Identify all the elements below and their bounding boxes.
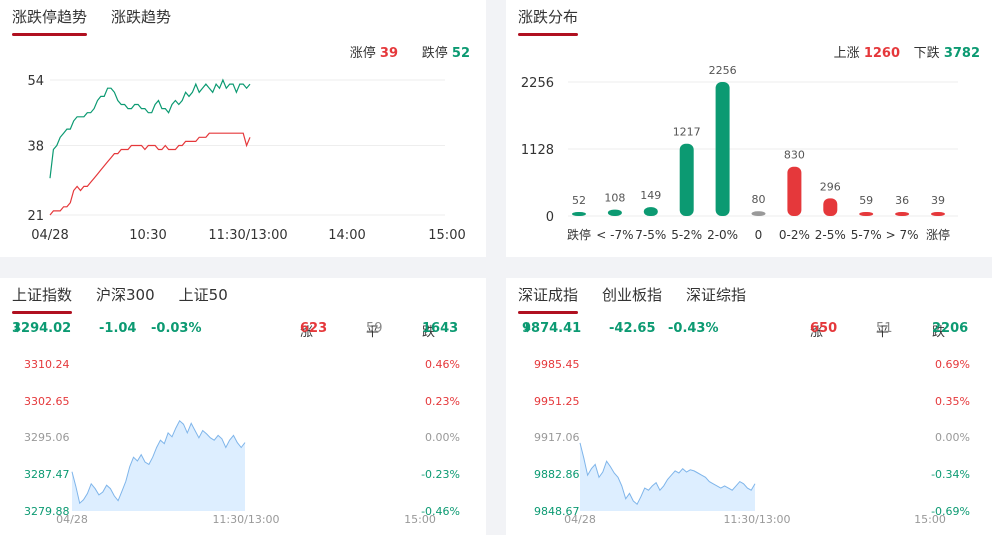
x-tick-label: 11:30/13:00 bbox=[723, 513, 790, 526]
distribution-bar bbox=[715, 82, 730, 216]
bar-value-label: 108 bbox=[604, 192, 625, 205]
limit-trend-chart: 54 38 21 04/28 10:30 11:30/13:00 14:00 15:00 bbox=[27, 74, 465, 243]
x-tick-label: 04/28 bbox=[31, 228, 68, 243]
bar-value-label: 2256 bbox=[709, 64, 737, 77]
y-tick-right: -0.34% bbox=[931, 468, 970, 481]
sh-index-panel: 上证指数 沪深300 上证50 3294.02 ⬇ -1.04 -0.03% 涨… bbox=[0, 278, 486, 535]
index-area-fill bbox=[72, 420, 245, 511]
y-tick-left: 3310.24 bbox=[24, 358, 70, 371]
y-tick-right: 0.35% bbox=[935, 395, 970, 408]
x-category-label: 5-7% bbox=[851, 228, 882, 242]
distribution-bar bbox=[572, 212, 586, 216]
x-category-label: 跌停 bbox=[567, 227, 591, 242]
distribution-bar bbox=[931, 212, 945, 216]
x-tick-label: 11:30/13:00 bbox=[212, 513, 279, 526]
distribution-panel: 涨跌分布 上涨 1260 下跌 3782 2256 1128 0 52 跌停 108 < -… bbox=[506, 0, 992, 257]
y-tick-label: 2256 bbox=[521, 76, 554, 91]
distribution-bar bbox=[607, 209, 622, 216]
bar-value-label: 296 bbox=[820, 180, 841, 193]
limit-down-series-line bbox=[49, 78, 251, 179]
bar-value-label: 59 bbox=[859, 194, 873, 207]
distribution-bar bbox=[823, 198, 838, 216]
y-tick-label: 38 bbox=[27, 139, 44, 154]
bar-value-label: 1217 bbox=[673, 126, 701, 139]
x-category-label: 2-0% bbox=[707, 228, 738, 242]
x-tick-label: 15:00 bbox=[914, 513, 946, 526]
distribution-bar bbox=[895, 212, 910, 216]
x-tick-label: 04/28 bbox=[564, 513, 596, 526]
x-category-label: 0-2% bbox=[779, 228, 810, 242]
x-tick-label: 15:00 bbox=[404, 513, 436, 526]
y-tick-left: 9917.06 bbox=[534, 431, 580, 444]
x-tick-label: 10:30 bbox=[129, 228, 166, 243]
y-tick-label: 21 bbox=[27, 209, 44, 224]
x-category-label: 0 bbox=[755, 228, 763, 242]
bar-value-label: 149 bbox=[640, 189, 661, 202]
y-tick-right: 0.00% bbox=[425, 431, 460, 444]
y-tick-right: -0.23% bbox=[421, 468, 460, 481]
x-category-label: > 7% bbox=[886, 228, 919, 242]
sh-index-chart: 3310.24 0.46% 3302.65 0.23% 3295.06 0.00% 3287… bbox=[24, 358, 460, 526]
bar-value-label: 36 bbox=[895, 194, 909, 207]
sz-index-chart: 9985.45 0.69% 9951.25 0.35% 9917.06 0.00% 9882… bbox=[534, 358, 970, 526]
x-tick-label: 04/28 bbox=[56, 513, 88, 526]
limit-trend-panel: 涨跌停趋势 涨跌趋势 涨停 39 跌停 52 54 38 21 04/28 10:30 1… bbox=[0, 0, 486, 257]
sz-index-panel: 深证成指 创业板指 深证综指 9874.41 ⬇ -42.65 -0.43% 涨… bbox=[506, 278, 992, 535]
bar-value-label: 830 bbox=[784, 149, 805, 162]
distribution-bar bbox=[859, 212, 874, 216]
x-tick-label: 15:00 bbox=[428, 228, 465, 243]
y-tick-right: 0.46% bbox=[425, 358, 460, 371]
y-tick-label: 0 bbox=[546, 210, 554, 225]
bar-value-label: 80 bbox=[752, 193, 766, 206]
bar-value-label: 52 bbox=[572, 194, 586, 207]
y-tick-left: 3302.65 bbox=[24, 395, 70, 408]
x-category-label: 涨停 bbox=[926, 227, 950, 242]
x-category-label: 5-2% bbox=[671, 228, 702, 242]
x-tick-label: 11:30/13:00 bbox=[208, 228, 287, 243]
y-tick-left: 9985.45 bbox=[534, 358, 580, 371]
distribution-bar bbox=[643, 207, 658, 216]
bar-value-label: 39 bbox=[931, 194, 945, 207]
distribution-bar bbox=[751, 211, 766, 216]
y-tick-right: 0.00% bbox=[935, 431, 970, 444]
distribution-bar bbox=[679, 143, 694, 216]
y-tick-right: 0.23% bbox=[425, 395, 460, 408]
y-tick-label: 54 bbox=[27, 74, 44, 89]
y-tick-label: 1128 bbox=[521, 143, 554, 158]
x-category-label: 7-5% bbox=[635, 228, 666, 242]
distribution-bar bbox=[787, 166, 802, 216]
x-tick-label: 14:00 bbox=[328, 228, 365, 243]
index-area-fill bbox=[580, 442, 755, 511]
distribution-chart: 2256 1128 0 52 跌停 108 < -7% 149 7-5% 1217 5-2% 2256… bbox=[521, 64, 958, 242]
y-tick-right: 0.69% bbox=[935, 358, 970, 371]
y-tick-left: 9882.86 bbox=[534, 468, 580, 481]
y-tick-left: 3287.47 bbox=[24, 468, 70, 481]
y-tick-left: 9951.25 bbox=[534, 395, 580, 408]
y-tick-left: 3295.06 bbox=[24, 431, 70, 444]
x-category-label: < -7% bbox=[596, 228, 633, 242]
x-category-label: 2-5% bbox=[815, 228, 846, 242]
